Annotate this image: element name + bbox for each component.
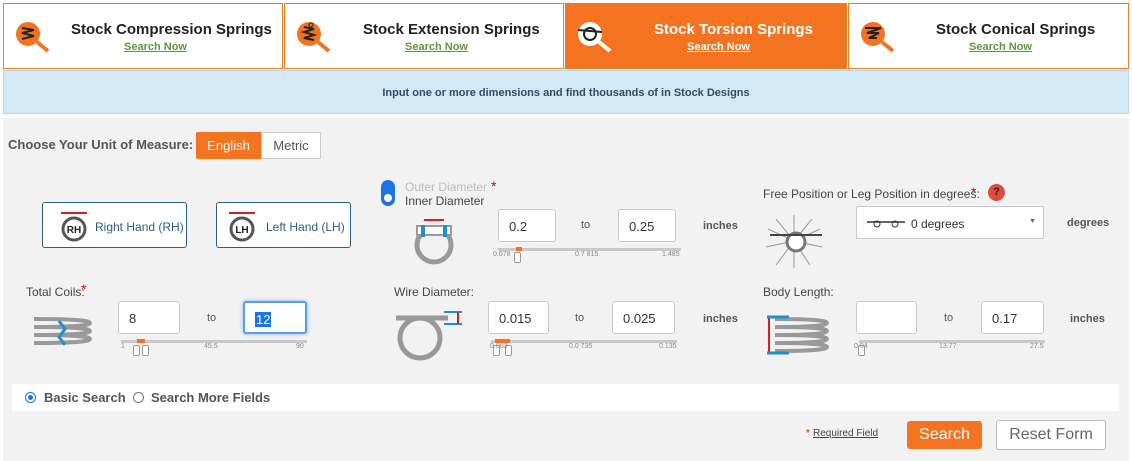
search-now-link[interactable]: Search Now bbox=[405, 41, 468, 53]
search-now-link[interactable]: Search Now bbox=[687, 41, 750, 53]
slider-tick: 1 bbox=[121, 343, 125, 350]
coils-spring-icon bbox=[33, 317, 93, 346]
english-button[interactable]: English bbox=[196, 132, 261, 159]
search-now-link[interactable]: Search Now bbox=[124, 41, 187, 53]
diameter-spring-icon bbox=[414, 219, 454, 265]
radio-dot bbox=[28, 395, 33, 400]
body-max-input[interactable]: 0.17 bbox=[981, 301, 1044, 334]
coils-slider-handle-min[interactable] bbox=[133, 345, 140, 356]
left-hand-button[interactable]: LH Left Hand (LH) bbox=[216, 202, 351, 248]
required-star: * bbox=[806, 428, 810, 439]
coils-min-input[interactable]: 8 bbox=[118, 301, 180, 334]
right-hand-button[interactable]: RH Right Hand (RH) bbox=[42, 202, 187, 248]
search-mode-bar: Basic Search Search More Fields bbox=[12, 384, 1119, 411]
left-hand-label: Left Hand (LH) bbox=[266, 220, 345, 234]
to-label: to bbox=[581, 219, 591, 231]
metric-button[interactable]: Metric bbox=[261, 132, 321, 159]
slider-tick: 1.485 bbox=[662, 251, 680, 258]
coils-max-input[interactable]: 12 bbox=[243, 301, 307, 334]
wire-min-input[interactable]: 0.015 bbox=[488, 301, 549, 334]
right-hand-label: Right Hand (RH) bbox=[95, 220, 184, 234]
more-fields-radio[interactable] bbox=[133, 392, 144, 403]
basic-search-label[interactable]: Basic Search bbox=[44, 390, 126, 405]
tab-torsion-springs[interactable]: Stock Torsion Springs Search Now bbox=[565, 3, 847, 69]
body-length-label: Body Length: bbox=[763, 285, 834, 299]
required-star: * bbox=[971, 184, 977, 200]
tab-title: Stock Compression Springs bbox=[71, 21, 272, 38]
tab-extension-springs[interactable]: Stock Extension Springs Search Now bbox=[284, 3, 564, 69]
to-label: to bbox=[944, 312, 954, 324]
toggle-knob bbox=[384, 194, 392, 202]
more-fields-label[interactable]: Search More Fields bbox=[151, 390, 270, 405]
body-length-icon bbox=[767, 315, 830, 355]
conical-spring-icon bbox=[861, 22, 895, 53]
basic-search-radio[interactable] bbox=[25, 392, 36, 403]
slider-tick: 45.5 bbox=[204, 343, 218, 350]
to-label: to bbox=[207, 312, 217, 324]
to-label: to bbox=[575, 312, 585, 324]
left-hand-icon: LH bbox=[229, 212, 255, 242]
tab-title: Stock Conical Springs bbox=[936, 21, 1096, 38]
right-hand-icon: RH bbox=[61, 212, 87, 242]
slider-tick: 13.77 bbox=[939, 343, 957, 350]
torsion-spring-icon bbox=[577, 22, 612, 53]
slider-tick: 90 bbox=[296, 343, 304, 350]
wire-diameter-icon bbox=[396, 311, 462, 361]
inner-diameter-label[interactable]: Inner Diameter bbox=[405, 194, 484, 208]
slider-tick: 0.078 bbox=[493, 251, 511, 258]
search-now-link[interactable]: Search Now bbox=[969, 41, 1032, 53]
leg-position-select[interactable]: 0 degrees ▼ bbox=[856, 206, 1044, 239]
spring-search-page: Stock Compression Springs Search Now Sto… bbox=[0, 0, 1132, 461]
required-field-note: Required Field bbox=[813, 428, 879, 439]
slider-tick: 0.003 bbox=[490, 343, 508, 350]
wire-max-input[interactable]: 0.025 bbox=[612, 301, 675, 334]
slider-tick: 0.135 bbox=[659, 343, 677, 350]
tab-conical-springs[interactable]: Stock Conical Springs Search Now bbox=[848, 3, 1129, 69]
coils-max-value: 12 bbox=[255, 312, 272, 327]
tab-title: Stock Torsion Springs bbox=[654, 21, 813, 38]
spring-type-tabs: Stock Compression Springs Search Now Sto… bbox=[3, 3, 1129, 69]
diameter-toggle[interactable] bbox=[381, 180, 395, 206]
search-button[interactable]: Search bbox=[907, 421, 982, 449]
coils-slider-handle-max[interactable] bbox=[142, 345, 149, 356]
leg-position-small-icon bbox=[867, 220, 905, 228]
required-star: * bbox=[81, 281, 87, 297]
diameter-slider-range bbox=[516, 247, 522, 251]
help-icon[interactable]: ? bbox=[988, 184, 1005, 201]
extension-spring-icon bbox=[297, 22, 331, 53]
slider-tick: 0.0 735 bbox=[569, 343, 593, 350]
diameter-unit: inches bbox=[703, 220, 738, 232]
compression-spring-icon bbox=[16, 22, 50, 53]
tab-compression-springs[interactable]: Stock Compression Springs Search Now bbox=[3, 3, 283, 69]
leg-position-icon bbox=[765, 215, 823, 268]
lh-badge: LH bbox=[235, 225, 248, 236]
slider-tick: 27.5 bbox=[1030, 343, 1044, 350]
diameter-max-input[interactable]: 0.25 bbox=[618, 209, 676, 242]
tab-title: Stock Extension Springs bbox=[363, 21, 540, 38]
reset-form-button[interactable]: Reset Form bbox=[996, 420, 1106, 450]
free-position-label: Free Position or Leg Position in degrees… bbox=[763, 187, 980, 201]
coils-slider-range bbox=[137, 339, 145, 343]
free-position-unit: degrees bbox=[1067, 217, 1110, 229]
total-coils-label: Total Coils: bbox=[26, 285, 85, 299]
wire-diameter-label: Wire Diameter: bbox=[394, 285, 475, 299]
slider-tick: 0.7 815 bbox=[575, 251, 599, 258]
required-star: * bbox=[491, 178, 497, 194]
outer-diameter-label[interactable]: Outer Diameter bbox=[405, 180, 487, 194]
unit-label: Choose Your Unit of Measure: bbox=[8, 137, 194, 152]
rh-badge: RH bbox=[67, 225, 81, 236]
chevron-down-icon: ▼ bbox=[1029, 218, 1036, 225]
search-form: Choose Your Unit of Measure: English Met… bbox=[3, 118, 1129, 461]
body-unit: inches bbox=[1070, 313, 1105, 325]
diameter-slider-handle[interactable] bbox=[514, 252, 521, 263]
body-min-input[interactable] bbox=[856, 301, 917, 334]
wire-unit: inches bbox=[703, 313, 738, 325]
diameter-min-input[interactable]: 0.2 bbox=[498, 209, 556, 242]
info-banner: Input one or more dimensions and find th… bbox=[3, 70, 1129, 114]
leg-position-value: 0 degrees bbox=[911, 217, 965, 231]
slider-tick: 0.04 bbox=[854, 343, 868, 350]
